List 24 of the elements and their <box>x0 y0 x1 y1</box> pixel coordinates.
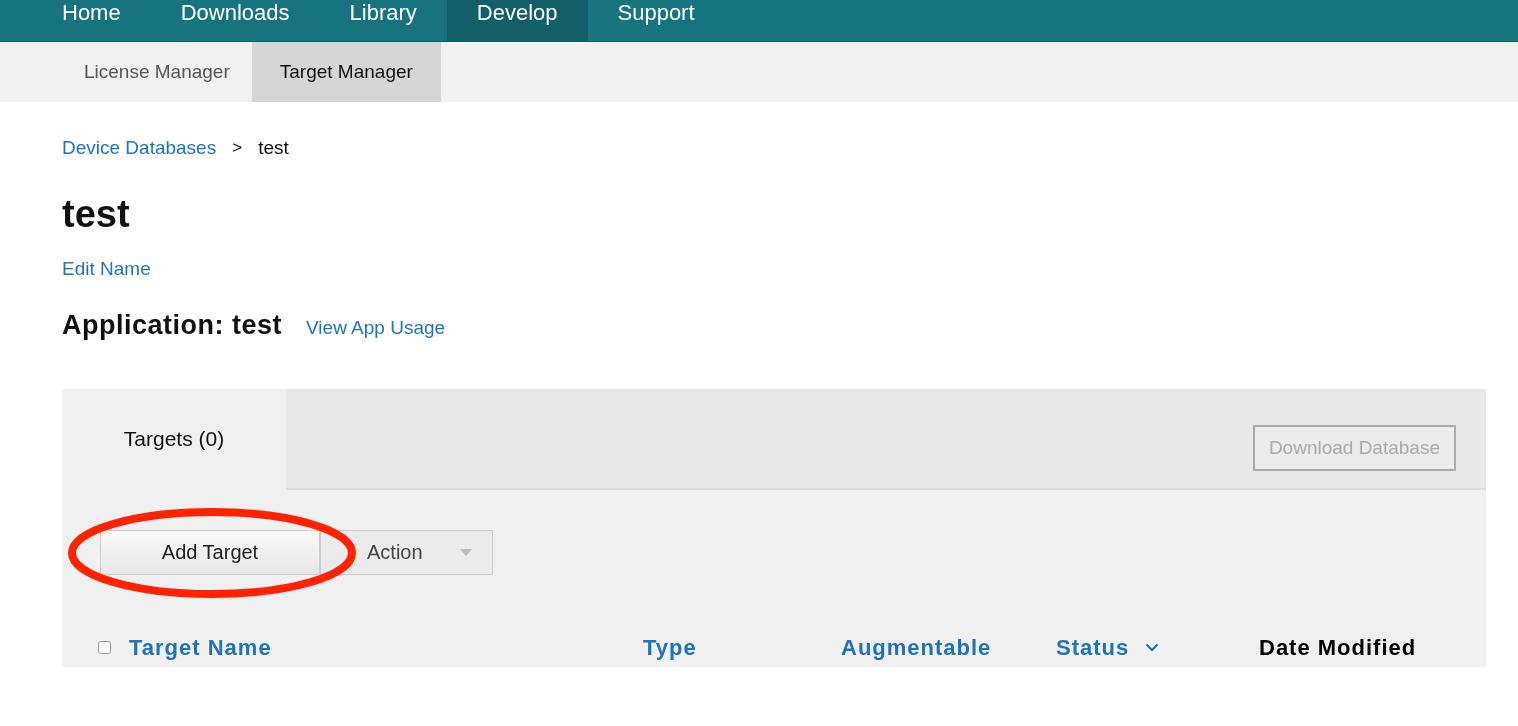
column-header[interactable]: Status <box>1056 634 1130 661</box>
nav-tab[interactable]: Library <box>319 0 447 41</box>
column-header[interactable]: Augmentable <box>841 634 992 661</box>
view-app-usage-link[interactable]: View App Usage <box>306 316 446 339</box>
breadcrumb-current: test <box>258 137 289 159</box>
application-heading: Application: test <box>62 309 282 341</box>
column-header[interactable]: Target Name <box>129 634 272 661</box>
nav-tab[interactable]: Home <box>32 0 151 41</box>
column-header[interactable]: Date Modified <box>1259 634 1417 661</box>
sub-nav-tab[interactable]: License Manager <box>62 42 252 102</box>
column-header[interactable]: Type <box>643 634 697 661</box>
sub-nav-tab[interactable]: Target Manager <box>251 42 441 102</box>
add-target-button[interactable]: Add Target <box>100 529 320 575</box>
nav-tab[interactable]: Develop <box>446 0 588 41</box>
action-dropdown[interactable]: Action <box>320 529 493 575</box>
nav-tab[interactable]: Support <box>587 0 725 41</box>
page-title: test <box>62 192 131 237</box>
nav-tab[interactable]: Downloads <box>150 0 320 41</box>
sort-chevron-icon[interactable] <box>1145 643 1160 653</box>
breadcrumb-link[interactable]: Device Databases <box>62 137 217 159</box>
caret-icon <box>460 548 472 556</box>
breadcrumb-separator: > <box>232 138 243 158</box>
edit-name-link[interactable]: Edit Name <box>62 257 151 280</box>
select-all-checkbox[interactable] <box>98 641 111 655</box>
